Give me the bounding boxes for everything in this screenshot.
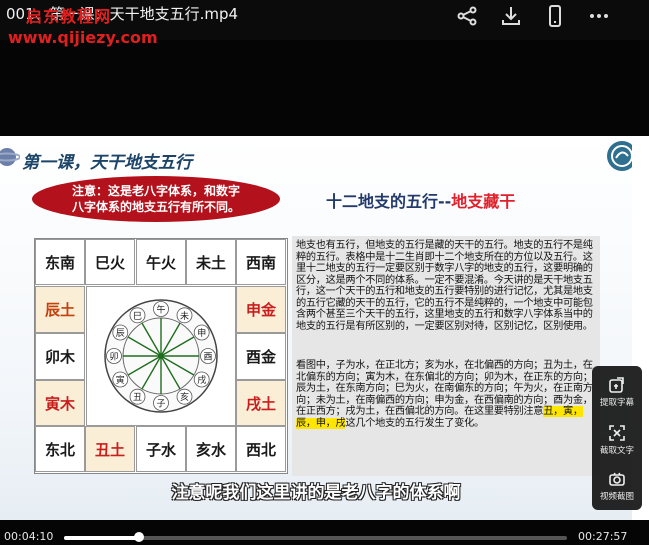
grid-cell-right: 酉金 (236, 333, 286, 380)
more-icon[interactable] (587, 4, 611, 28)
screenshot-button[interactable]: 视频截图 (592, 470, 642, 502)
wheel-label: 寅 (116, 374, 125, 386)
notice-line: 注意：这是老八字体系，和数字 (71, 184, 240, 198)
notice-line: 八字体系的地支五行有所不同。 (71, 200, 240, 214)
grid-cell-left: 辰土 (35, 286, 85, 333)
slide-header: 十二地支的五行--地支藏干 (326, 188, 515, 212)
wheel-label: 巳 (133, 311, 142, 322)
grid-cell-bottom: 子水 (136, 426, 186, 472)
notice-oval: 注意：这是老八字体系，和数字 八字体系的地支五行有所不同。 (32, 176, 280, 222)
grid-cell-top: 东南 (35, 239, 85, 285)
wheel-hub (158, 353, 164, 359)
grid-cell-left: 寅木 (35, 380, 85, 426)
wheel-label: 戌 (197, 374, 206, 386)
wheel-label: 卯 (109, 352, 118, 363)
player-controls: 00:04:10 00:27:57 (0, 520, 649, 545)
grid-cell-top: 巳火 (85, 239, 135, 285)
explanation-paragraph-2: 看图中，子为水，在正北方；亥为水，在北偏西的方向；丑为土，在北偏东的方向；寅为木… (296, 360, 599, 429)
wheel-label: 亥 (180, 391, 189, 403)
wheel-label: 申 (197, 327, 206, 339)
total-time: 00:27:57 (578, 530, 628, 543)
wheel-label: 丑 (133, 392, 142, 403)
grid-cell-top: 午火 (136, 239, 186, 285)
grid-cell-right: 戌土 (236, 380, 286, 426)
progress-knob[interactable] (133, 532, 144, 542)
capture-text-icon (609, 425, 625, 441)
progress-bar[interactable] (64, 532, 567, 542)
tool-panel: 提取字幕 截取文字 视频截图 (592, 366, 642, 510)
grid-cell-top: 西南 (236, 239, 286, 285)
wheel-label: 辰 (116, 328, 125, 339)
extract-subtitle-icon (609, 377, 624, 393)
watermark-text: 启东教程网 (26, 7, 112, 26)
grid-cell-top: 未土 (186, 239, 236, 285)
lesson-slide: 第一课，天干地支五行 注意：这是老八字体系，和数字 八字体系的地支五行有所不同。… (0, 136, 632, 520)
phone-icon[interactable] (543, 4, 567, 28)
header-prefix: 十二地支的五行-- (326, 192, 452, 211)
grid-cell-bottom: 丑土 (85, 426, 135, 472)
header-highlight: 地支藏干 (451, 192, 516, 211)
logo-icon (607, 141, 632, 171)
direction-wheel: 午未申酉戌亥子 丑寅卯 辰巳 (86, 286, 236, 426)
progress-fill (64, 536, 139, 540)
watermark-url: www.qijiezy.com (8, 28, 158, 47)
wheel-label: 未 (180, 310, 189, 322)
extract-subtitle-button[interactable]: 提取字幕 (592, 376, 642, 408)
capture-text-button[interactable]: 截取文字 (592, 424, 642, 456)
panel-label: 截取文字 (599, 446, 634, 456)
wheel-label: 酉 (203, 352, 212, 363)
grid-cell-bottom: 亥水 (186, 426, 236, 472)
grid-cell-bottom: 西北 (236, 426, 286, 472)
branch-direction-grid: 东南 巳火 午火 未土 西南 辰土 卯木 寅木 申金 酉金 戌土 东北 丑土 子… (34, 238, 288, 474)
grid-cell-right: 申金 (236, 286, 286, 333)
planet-icon (0, 148, 20, 166)
wheel-label: 子 (156, 399, 165, 410)
wheel-label: 午 (156, 304, 165, 316)
wheel-svg: 午未申酉戌亥子 丑寅卯 辰巳 (104, 299, 218, 413)
lesson-title: 第一课，天干地支五行 (22, 153, 192, 173)
panel-label: 视频截图 (599, 492, 634, 502)
video-frame[interactable]: 第一课，天干地支五行 注意：这是老八字体系，和数字 八字体系的地支五行有所不同。… (0, 136, 649, 520)
screenshot-icon (609, 472, 625, 486)
panel-label: 提取字幕 (599, 398, 634, 408)
paragraph-text: 这几个地支的五行发生了变化。 (345, 417, 484, 429)
current-time: 00:04:10 (4, 530, 54, 543)
share-icon[interactable] (455, 4, 479, 28)
subtitle-caption: 注意呢我们这里讲的是老八字的体系啊 (171, 483, 461, 503)
download-icon[interactable] (499, 4, 523, 28)
grid-cell-bottom: 东北 (35, 426, 85, 472)
grid-cell-left: 卯木 (35, 333, 85, 380)
explanation-paragraph-1: 地支也有五行，但地支的五行是藏的天干的五行。地支的五行不是纯粹的五行。表格中是十… (296, 240, 593, 332)
